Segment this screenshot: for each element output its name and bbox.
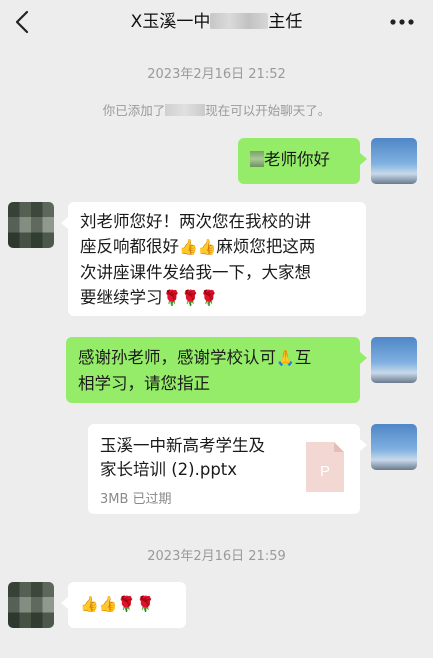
system-message-prefix: 你已添加了: [102, 103, 166, 118]
timestamp: 2023年2月16日 21:59: [147, 549, 286, 564]
message-text: 感谢孙老师，感谢学校认可: [78, 348, 276, 367]
message-text: 座反响都很好: [80, 237, 179, 256]
chat-header: X玉溪一中 主任: [0, 0, 433, 44]
file-name: 玉溪一中新高考学生及 家长培训 (2).pptx: [100, 434, 296, 482]
redacted-name: [165, 104, 206, 116]
message-bubble-sent[interactable]: 老师你好: [238, 138, 360, 184]
chat-title: X玉溪一中 主任: [70, 9, 363, 35]
chat-title-suffix: 主任: [268, 12, 303, 32]
chevron-left-icon[interactable]: [10, 8, 34, 36]
message-bubble-received[interactable]: 👍👍🌹🌹: [68, 582, 186, 628]
message-text: 要继续学习: [80, 288, 163, 307]
emoji-text: 👍👍🌹🌹: [80, 595, 155, 613]
ellipsis-icon[interactable]: [389, 12, 415, 32]
message-line: 刘老师您好！两次您在我校的讲: [80, 212, 311, 231]
message-line: 次讲座课件发给我一下，大家想: [80, 263, 311, 282]
message-bubble-sent[interactable]: 感谢孙老师，感谢学校认可🙏互 相学习，请您指正: [66, 337, 360, 403]
timestamp: 2023年2月16日 21:52: [147, 67, 286, 82]
redacted-name: [250, 151, 264, 167]
bubble-tail: [61, 217, 68, 229]
my-avatar[interactable]: [371, 337, 417, 383]
rose-icon: 🌹🌹🌹: [162, 289, 219, 307]
thumbs-up-icon: 👍👍: [179, 238, 217, 256]
redacted-name: [210, 13, 269, 29]
bubble-tail: [61, 597, 68, 609]
message-bubble-received[interactable]: 刘老师您好！两次您在我校的讲 座反响都很好👍👍麻烦您把这两 次讲座课件发给我一下…: [68, 202, 366, 316]
bubble-tail: [360, 439, 367, 451]
message-text: 老师你好: [264, 150, 330, 169]
message-text: 互: [294, 348, 312, 367]
message-line: 座反响都很好👍👍麻烦您把这两: [80, 234, 354, 260]
pray-icon: 🙏: [276, 349, 295, 367]
message-line: 要继续学习🌹🌹🌹: [80, 285, 354, 311]
contact-avatar[interactable]: [8, 582, 54, 628]
message-text: 麻烦您把这两: [216, 237, 316, 256]
chat-title-prefix: X玉溪一中: [130, 12, 211, 32]
pptx-file-icon: P: [306, 442, 344, 492]
system-message: 你已添加了 现在可以开始聊天了。: [0, 100, 433, 119]
bubble-tail: [360, 352, 367, 364]
message-line: 感谢孙老师，感谢学校认可🙏互: [78, 345, 348, 371]
file-icon-letter: P: [320, 463, 330, 480]
my-avatar[interactable]: [371, 424, 417, 470]
message-line: 相学习，请您指正: [78, 374, 210, 393]
file-name-line: 玉溪一中新高考学生及: [100, 436, 265, 455]
system-message-suffix: 现在可以开始聊天了。: [205, 103, 331, 118]
file-message-card[interactable]: 玉溪一中新高考学生及 家长培训 (2).pptx 3MB 已过期 P: [88, 424, 360, 514]
contact-avatar[interactable]: [8, 202, 54, 248]
bubble-tail: [360, 153, 367, 165]
my-avatar[interactable]: [371, 138, 417, 184]
file-name-line: 家长培训 (2).pptx: [100, 460, 238, 479]
